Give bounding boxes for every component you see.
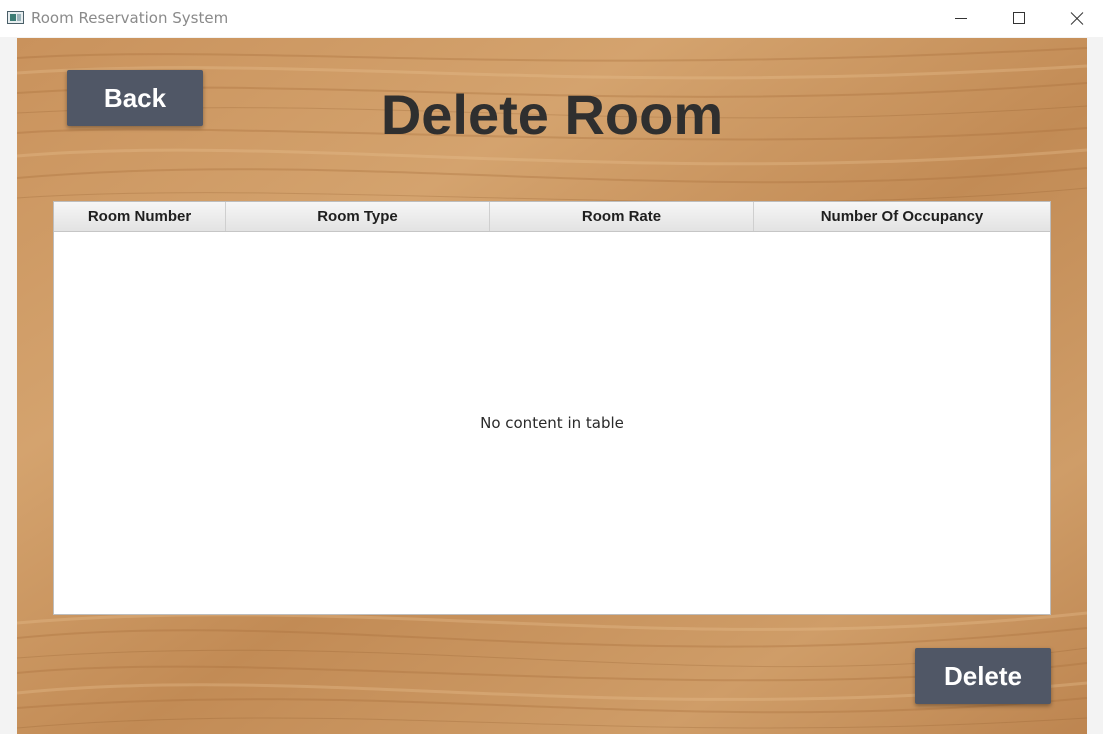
column-header-number-of-occupancy[interactable]: Number Of Occupancy <box>754 202 1050 231</box>
maximize-button[interactable] <box>990 0 1048 37</box>
app-window: Room Reservation System Back Delete Room… <box>0 0 1103 734</box>
title-bar[interactable]: Room Reservation System <box>0 0 1103 37</box>
minimize-button[interactable] <box>932 0 990 37</box>
rooms-table[interactable]: Room Number Room Type Room Rate Number O… <box>53 201 1051 615</box>
window-title: Room Reservation System <box>31 9 229 27</box>
table-header: Room Number Room Type Room Rate Number O… <box>54 202 1050 232</box>
table-empty-message: No content in table <box>480 414 624 432</box>
app-icon <box>7 11 24 24</box>
close-button[interactable] <box>1048 0 1103 37</box>
column-header-room-number[interactable]: Room Number <box>54 202 226 231</box>
maximize-icon <box>1013 12 1025 24</box>
page-title: Delete Room <box>380 83 724 146</box>
delete-button[interactable]: Delete <box>915 648 1051 704</box>
minimize-icon <box>955 18 967 19</box>
close-icon <box>1070 12 1084 25</box>
content-area: Back Delete Room Room Number Room Type R… <box>17 38 1087 734</box>
column-header-room-type[interactable]: Room Type <box>226 202 490 231</box>
column-header-room-rate[interactable]: Room Rate <box>490 202 754 231</box>
